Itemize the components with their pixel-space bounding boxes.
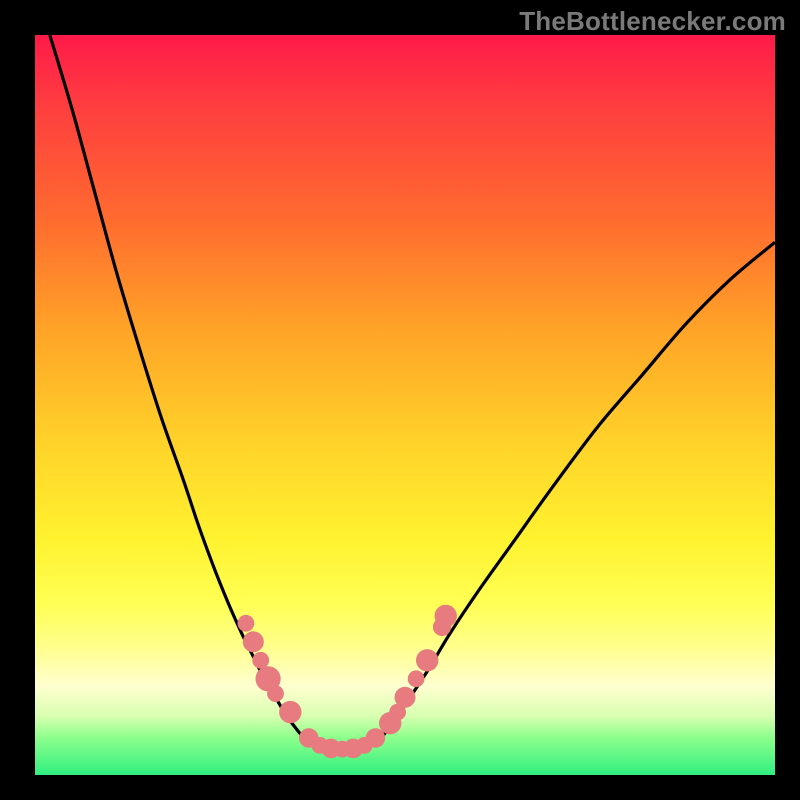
data-dot — [395, 687, 416, 708]
data-dot — [267, 685, 284, 702]
data-dot — [252, 652, 269, 669]
data-dots — [238, 605, 457, 759]
watermark-text: TheBottlenecker.com — [519, 6, 786, 37]
data-dot — [416, 649, 438, 671]
data-dot — [238, 615, 255, 632]
data-dot — [243, 631, 264, 652]
data-dot — [435, 605, 457, 627]
plot-area — [35, 35, 775, 775]
data-dot — [366, 728, 386, 748]
chart-svg — [35, 35, 775, 775]
data-dot — [279, 701, 301, 723]
curve-left — [50, 35, 309, 744]
data-dot — [408, 670, 425, 687]
chart-frame: TheBottlenecker.com — [0, 0, 800, 800]
curve-right — [375, 242, 775, 744]
